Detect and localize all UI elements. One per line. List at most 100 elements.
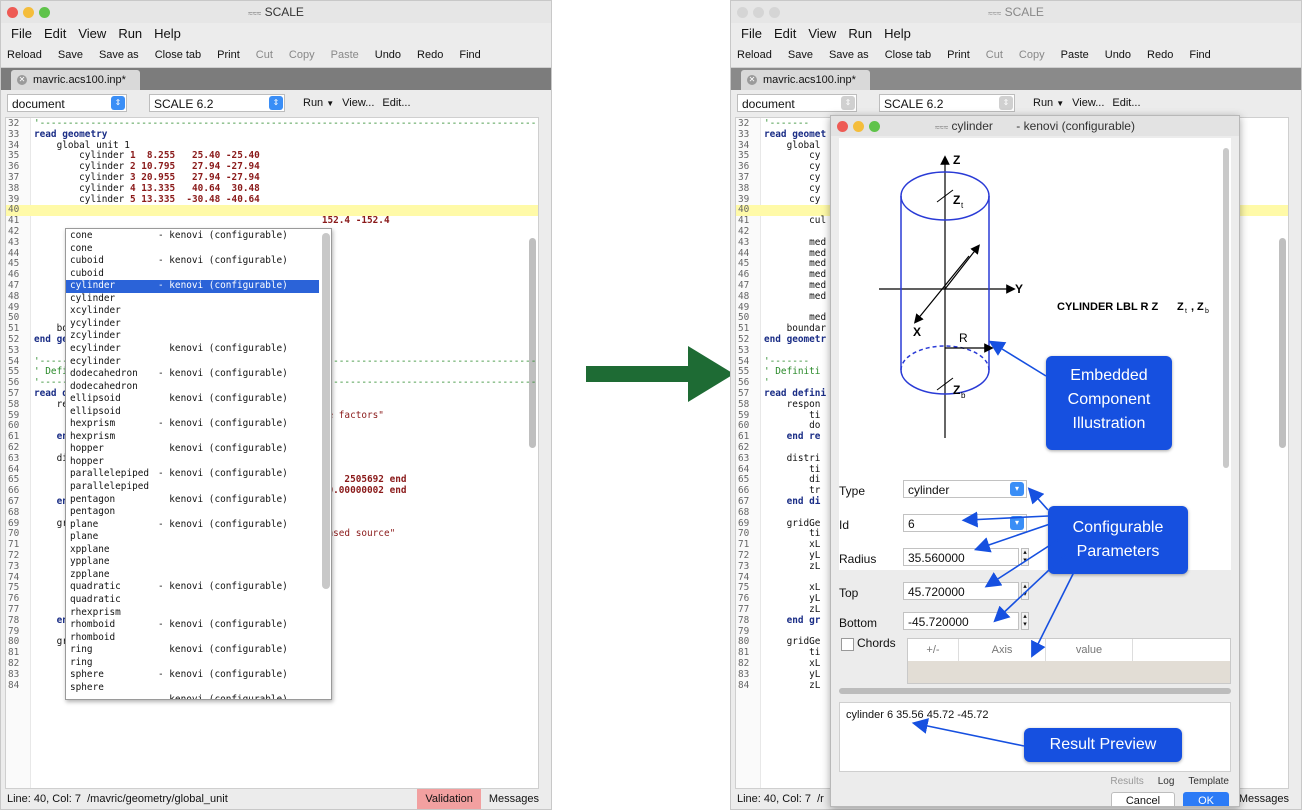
menu-run[interactable]: Run bbox=[118, 26, 142, 41]
autocomplete-item[interactable]: sphere - kenovi (configurable) bbox=[66, 669, 319, 682]
ok-button[interactable]: OK bbox=[1183, 792, 1229, 806]
run-menu-button[interactable]: Run ▼ bbox=[303, 97, 334, 109]
autocomplete-item[interactable]: pentagon bbox=[66, 506, 319, 519]
tab-results[interactable]: Results bbox=[1110, 776, 1143, 787]
id-select[interactable]: 6 ▾ bbox=[903, 514, 1027, 532]
autocomplete-item[interactable]: cone bbox=[66, 243, 319, 256]
close-icon[interactable]: ✕ bbox=[17, 75, 27, 85]
save-as-button[interactable]: Save as bbox=[99, 49, 139, 61]
autocomplete-item[interactable]: quadratic bbox=[66, 594, 319, 607]
autocomplete-item[interactable]: dodecahedron bbox=[66, 381, 319, 394]
cut-button[interactable]: Cut bbox=[256, 49, 273, 61]
autocomplete-item[interactable]: xpplane bbox=[66, 544, 319, 557]
autocomplete-item[interactable]: pentagon kenovi (configurable) bbox=[66, 494, 319, 507]
autocomplete-item[interactable]: zcylinder bbox=[66, 330, 319, 343]
chords-col-sign[interactable]: +/- bbox=[908, 639, 959, 661]
tab-template[interactable]: Template bbox=[1188, 776, 1229, 787]
save-as-button[interactable]: Save as bbox=[829, 49, 869, 61]
print-button[interactable]: Print bbox=[217, 49, 240, 61]
autocomplete-item[interactable]: cone - kenovi (configurable) bbox=[66, 230, 319, 243]
split-scrollbar[interactable] bbox=[839, 688, 1231, 694]
menu-help[interactable]: Help bbox=[154, 26, 181, 41]
chords-col-value[interactable]: value bbox=[1046, 639, 1133, 661]
menu-edit[interactable]: Edit bbox=[774, 26, 796, 41]
save-button[interactable]: Save bbox=[788, 49, 813, 61]
autocomplete-item[interactable]: hexprism - kenovi (configurable) bbox=[66, 418, 319, 431]
document-select[interactable]: document ⇕ bbox=[7, 94, 127, 112]
menu-help[interactable]: Help bbox=[884, 26, 911, 41]
tab-log[interactable]: Log bbox=[1158, 776, 1175, 787]
top-stepper[interactable]: ▴ ▾ bbox=[1021, 582, 1029, 600]
chords-body[interactable] bbox=[908, 661, 1230, 683]
find-button[interactable]: Find bbox=[459, 49, 480, 61]
menu-view[interactable]: View bbox=[78, 26, 106, 41]
tab-mavric[interactable]: ✕ mavric.acs100.inp* bbox=[741, 70, 870, 90]
copy-button[interactable]: Copy bbox=[289, 49, 315, 61]
autocomplete-item[interactable]: ring bbox=[66, 657, 319, 670]
tab-mavric[interactable]: ✕ mavric.acs100.inp* bbox=[11, 70, 140, 90]
menu-run[interactable]: Run bbox=[848, 26, 872, 41]
menu-view[interactable]: View bbox=[808, 26, 836, 41]
view-button[interactable]: View... bbox=[1072, 97, 1104, 109]
close-tab-button[interactable]: Close tab bbox=[885, 49, 931, 61]
autocomplete-item[interactable]: xcylinder bbox=[66, 305, 319, 318]
illustration-scrollbar[interactable] bbox=[1223, 148, 1229, 468]
autocomplete-item[interactable]: ecylinder kenovi (configurable) bbox=[66, 343, 319, 356]
menu-file[interactable]: File bbox=[11, 26, 32, 41]
save-button[interactable]: Save bbox=[58, 49, 83, 61]
autocomplete-item[interactable]: hopper bbox=[66, 456, 319, 469]
autocomplete-item[interactable]: plane - kenovi (configurable) bbox=[66, 519, 319, 532]
cut-button[interactable]: Cut bbox=[986, 49, 1003, 61]
bottom-input[interactable]: -45.720000 bbox=[903, 612, 1019, 630]
chords-col-axis[interactable]: Axis bbox=[959, 639, 1046, 661]
autocomplete-item[interactable]: ycylinder bbox=[66, 318, 319, 331]
top-input[interactable]: 45.720000 bbox=[903, 582, 1019, 600]
autocomplete-item[interactable]: cuboid - kenovi (configurable) bbox=[66, 255, 319, 268]
redo-button[interactable]: Redo bbox=[417, 49, 443, 61]
reload-button[interactable]: Reload bbox=[737, 49, 772, 61]
radius-stepper[interactable]: ▴ ▾ bbox=[1021, 548, 1029, 566]
bottom-stepper[interactable]: ▴ ▾ bbox=[1021, 612, 1029, 630]
reload-button[interactable]: Reload bbox=[7, 49, 42, 61]
close-icon[interactable]: ✕ bbox=[747, 75, 757, 85]
chords-checkbox[interactable] bbox=[841, 638, 854, 651]
chords-table[interactable]: +/- Axis value bbox=[907, 638, 1231, 684]
autocomplete-item[interactable]: ypplane bbox=[66, 556, 319, 569]
close-tab-button[interactable]: Close tab bbox=[155, 49, 201, 61]
autocomplete-item[interactable]: cuboid bbox=[66, 268, 319, 281]
autocomplete-item[interactable]: parallelepiped bbox=[66, 481, 319, 494]
undo-button[interactable]: Undo bbox=[1105, 49, 1131, 61]
undo-button[interactable]: Undo bbox=[375, 49, 401, 61]
menu-edit[interactable]: Edit bbox=[44, 26, 66, 41]
autocomplete-item[interactable]: ellipsoid bbox=[66, 406, 319, 419]
autocomplete-item[interactable]: sphere bbox=[66, 682, 319, 695]
messages-button[interactable]: Messages bbox=[481, 789, 547, 809]
autocomplete-item[interactable]: parallelepiped - kenovi (configurable) bbox=[66, 468, 319, 481]
code-line[interactable]: 41 152.4 -152.4 bbox=[6, 215, 538, 227]
autocomplete-popup[interactable]: cone - kenovi (configurable) cone cuboid - k… bbox=[65, 228, 332, 700]
autocomplete-item[interactable]: hexprism bbox=[66, 431, 319, 444]
autocomplete-item[interactable]: kenovi (configurable) bbox=[66, 694, 319, 699]
autocomplete-item[interactable]: ellipsoid kenovi (configurable) bbox=[66, 393, 319, 406]
autocomplete-item[interactable]: quadratic - kenovi (configurable) bbox=[66, 581, 319, 594]
autocomplete-item[interactable]: zpplane bbox=[66, 569, 319, 582]
autocomplete-item[interactable]: rhomboid - kenovi (configurable) bbox=[66, 619, 319, 632]
validation-button[interactable]: Validation bbox=[417, 789, 481, 809]
edit-button[interactable]: Edit... bbox=[382, 97, 410, 109]
popup-scrollbar[interactable] bbox=[322, 233, 330, 589]
autocomplete-item[interactable]: hopper kenovi (configurable) bbox=[66, 443, 319, 456]
autocomplete-item[interactable]: ecylinder bbox=[66, 356, 319, 369]
type-select[interactable]: cylinder ▾ bbox=[903, 480, 1027, 498]
autocomplete-item[interactable]: ring kenovi (configurable) bbox=[66, 644, 319, 657]
cancel-button[interactable]: Cancel bbox=[1110, 792, 1176, 806]
print-button[interactable]: Print bbox=[947, 49, 970, 61]
autocomplete-item[interactable]: plane bbox=[66, 531, 319, 544]
paste-button[interactable]: Paste bbox=[1061, 49, 1089, 61]
code-line[interactable]: 39 cylinder 5 13.335 -30.48 -40.64 bbox=[6, 194, 538, 206]
autocomplete-item[interactable]: rhomboid bbox=[66, 632, 319, 645]
edit-button[interactable]: Edit... bbox=[1112, 97, 1140, 109]
code-line[interactable]: 33 read geometry bbox=[6, 129, 538, 141]
find-button[interactable]: Find bbox=[1189, 49, 1210, 61]
autocomplete-item[interactable]: cylinder bbox=[66, 293, 319, 306]
paste-button[interactable]: Paste bbox=[331, 49, 359, 61]
